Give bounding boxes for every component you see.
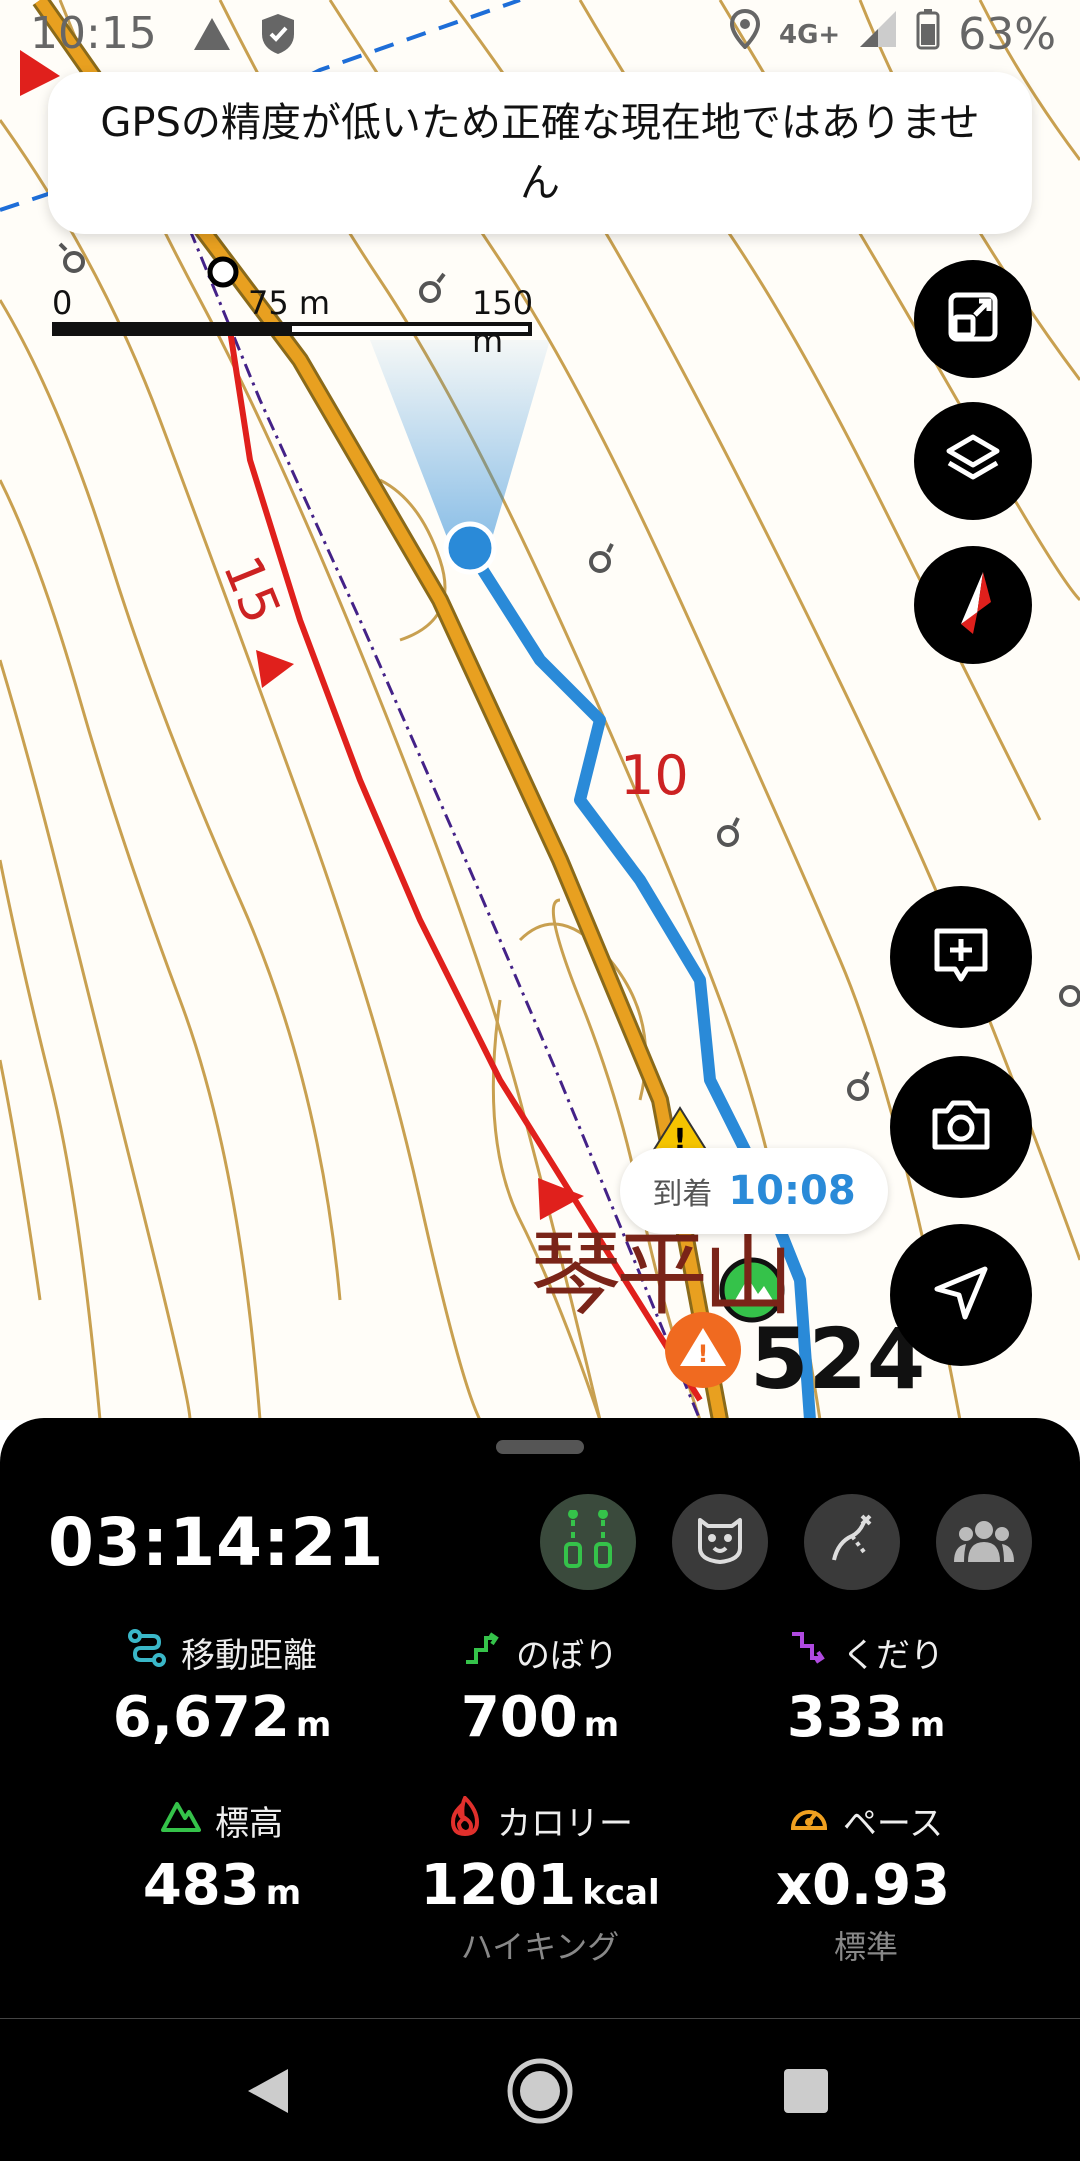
stat-calories-activity: ハイキング xyxy=(460,1928,620,1966)
stat-ascent: のぼり 700 m xyxy=(370,1628,710,1750)
arrival-time-bubble: 到着 10:08 xyxy=(620,1148,888,1234)
arrival-time: 10:08 xyxy=(728,1168,856,1214)
stat-distance-unit: m xyxy=(295,1705,332,1745)
camera-button[interactable] xyxy=(890,1056,1032,1198)
svg-text:!: ! xyxy=(698,1340,709,1368)
distance-icon xyxy=(127,1628,167,1677)
current-location-marker xyxy=(443,521,497,575)
navigation-arrow-icon xyxy=(931,1263,991,1327)
stat-calories-unit: kcal xyxy=(582,1873,660,1913)
activity-panel: 03:14:21 移動距離 6,672 m のぼり 700 m くだり 333 … xyxy=(0,1418,1080,2018)
status-bar: 10:15 4G+ 63% xyxy=(0,0,1080,72)
recents-button[interactable] xyxy=(782,2067,830,2119)
scale-label-0: 0 xyxy=(52,284,73,322)
stat-descent-label: くだり xyxy=(842,1636,944,1676)
home-button[interactable] xyxy=(506,2057,574,2129)
stat-calories-value: 1201 xyxy=(420,1853,577,1918)
toast-message: GPSの精度が低いため正確な現在地ではありません xyxy=(100,100,980,206)
network-type: 4G+ xyxy=(778,19,841,50)
tracking-mode-button[interactable] xyxy=(540,1494,636,1590)
bear-alert-button[interactable] xyxy=(672,1494,768,1590)
tracking-icon xyxy=(560,1509,616,1574)
stat-elevation-label: 標高 xyxy=(215,1804,283,1844)
location-status-icon xyxy=(729,8,761,60)
stat-distance: 移動距離 6,672 m xyxy=(52,1628,392,1750)
stat-ascent-value: 700 xyxy=(460,1685,578,1750)
scale-label-75: 75 m xyxy=(248,284,331,322)
stat-distance-label: 移動距離 xyxy=(181,1636,317,1676)
signal-icon xyxy=(858,9,898,60)
gps-accuracy-toast: GPSの精度が低いため正確な現在地ではありません xyxy=(48,72,1032,234)
map-scale-bar: 0 75 m 150 m xyxy=(52,284,533,360)
stat-ascent-label: のぼり xyxy=(516,1636,618,1676)
arrival-label: 到着 xyxy=(652,1177,713,1212)
warning-status-icon xyxy=(192,14,232,65)
contour-label-10: 10 xyxy=(620,744,689,807)
camera-icon xyxy=(929,1097,993,1157)
add-memo-button[interactable] xyxy=(890,886,1032,1028)
group-button[interactable] xyxy=(936,1494,1032,1590)
status-time: 10:15 xyxy=(30,8,157,59)
shield-status-icon xyxy=(258,12,298,67)
system-nav-bar xyxy=(0,2018,1080,2161)
stat-elevation: 標高 483 m xyxy=(52,1796,392,1918)
stat-calories: カロリー 1201 kcal ハイキング xyxy=(370,1794,710,1968)
compass-button[interactable] xyxy=(914,546,1032,664)
battery-icon xyxy=(916,8,940,61)
mountain-icon xyxy=(161,1798,201,1843)
compass-icon xyxy=(943,568,1003,642)
stat-elevation-unit: m xyxy=(265,1873,302,1913)
ascent-icon xyxy=(462,1628,502,1677)
battery-percent: 63% xyxy=(958,9,1056,60)
navigate-button[interactable] xyxy=(890,1224,1032,1366)
stat-pace: ペース x0.93 標準 xyxy=(696,1796,1036,1968)
descent-icon xyxy=(788,1628,828,1677)
stat-calories-label: カロリー xyxy=(497,1804,633,1844)
speedometer-icon xyxy=(789,1798,829,1843)
fullscreen-button[interactable] xyxy=(914,260,1032,378)
group-icon xyxy=(954,1516,1014,1568)
back-button[interactable] xyxy=(244,2065,292,2121)
stat-distance-value: 6,672 xyxy=(112,1685,290,1750)
stat-pace-label: ペース xyxy=(842,1804,944,1844)
route-branch-icon xyxy=(824,1512,880,1572)
fullscreen-icon xyxy=(945,289,1001,349)
stat-pace-value: x0.93 xyxy=(775,1853,951,1918)
layers-icon xyxy=(943,431,1003,491)
stat-pace-level: 標準 xyxy=(833,1928,898,1966)
stat-descent-value: 333 xyxy=(786,1685,904,1750)
elapsed-timer: 03:14:21 xyxy=(48,1504,385,1581)
bear-icon xyxy=(692,1512,748,1572)
route-off-button[interactable] xyxy=(804,1494,900,1590)
stat-ascent-unit: m xyxy=(583,1705,620,1745)
stat-descent: くだり 333 m xyxy=(696,1628,1036,1750)
flame-icon xyxy=(447,1794,483,1845)
panel-drag-handle[interactable] xyxy=(496,1440,584,1454)
stat-descent-unit: m xyxy=(909,1705,946,1745)
stat-elevation-value: 483 xyxy=(142,1853,260,1918)
layers-button[interactable] xyxy=(914,402,1032,520)
add-comment-icon xyxy=(929,923,993,991)
